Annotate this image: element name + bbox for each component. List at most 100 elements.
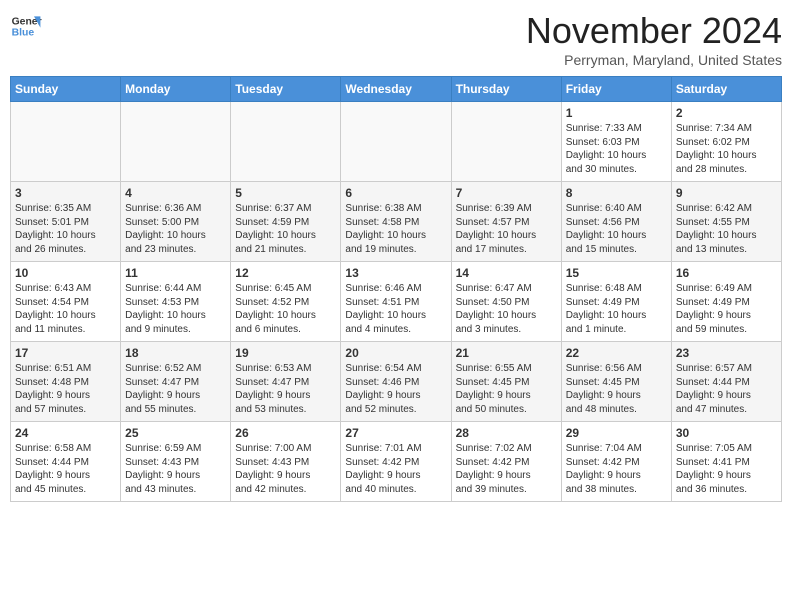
- calendar-cell: 22Sunrise: 6:56 AM Sunset: 4:45 PM Dayli…: [561, 342, 671, 422]
- calendar-cell: [451, 102, 561, 182]
- day-number: 25: [125, 426, 226, 440]
- day-number: 17: [15, 346, 116, 360]
- day-number: 11: [125, 266, 226, 280]
- calendar-cell: 3 Sunrise: 6:35 AM Sunset: 5:01 PM Daylig…: [11, 182, 121, 262]
- day-number: 22: [566, 346, 667, 360]
- calendar-cell: [11, 102, 121, 182]
- day-info: Sunrise: 6:38 AM Sunset: 4:58 PM Dayligh…: [345, 202, 446, 256]
- calendar-cell: 18 Sunrise: 6:52 AM Sunset: 4:47 PM Dayli…: [121, 342, 231, 422]
- calendar-cell: 10Sunrise: 6:43 AM Sunset: 4:54 PM Dayli…: [11, 262, 121, 342]
- day-info: Sunrise: 6:59 AM Sunset: 4:43 PM Dayligh…: [125, 442, 226, 496]
- col-header-monday: Monday: [121, 77, 231, 102]
- calendar-cell: 14Sunrise: 6:47 AM Sunset: 4:50 PM Dayli…: [451, 262, 561, 342]
- day-number: 30: [676, 426, 777, 440]
- calendar-cell: 16 Sunrise: 6:49 AM Sunset: 4:49 PM Dayli…: [671, 262, 781, 342]
- col-header-wednesday: Wednesday: [341, 77, 451, 102]
- calendar-cell: 23 Sunrise: 6:57 AM Sunset: 4:44 PM Dayli…: [671, 342, 781, 422]
- day-info: Sunrise: 6:48 AM Sunset: 4:49 PM Dayligh…: [566, 282, 667, 336]
- day-info: Sunrise: 7:33 AM Sunset: 6:03 PM Dayligh…: [566, 122, 667, 176]
- day-number: 28: [456, 426, 557, 440]
- day-number: 3: [15, 186, 116, 200]
- day-info: Sunrise: 6:51 AM Sunset: 4:48 PM Dayligh…: [15, 362, 116, 416]
- col-header-tuesday: Tuesday: [231, 77, 341, 102]
- calendar-cell: 20 Sunrise: 6:54 AM Sunset: 4:46 PM Dayli…: [341, 342, 451, 422]
- day-info: Sunrise: 6:52 AM Sunset: 4:47 PM Dayligh…: [125, 362, 226, 416]
- day-number: 5: [235, 186, 336, 200]
- day-info: Sunrise: 6:46 AM Sunset: 4:51 PM Dayligh…: [345, 282, 446, 336]
- day-number: 18: [125, 346, 226, 360]
- day-info: Sunrise: 6:58 AM Sunset: 4:44 PM Dayligh…: [15, 442, 116, 496]
- calendar-cell: [121, 102, 231, 182]
- calendar-cell: 28Sunrise: 7:02 AM Sunset: 4:42 PM Dayli…: [451, 422, 561, 502]
- day-info: Sunrise: 6:42 AM Sunset: 4:55 PM Dayligh…: [676, 202, 777, 256]
- day-number: 21: [456, 346, 557, 360]
- day-info: Sunrise: 6:53 AM Sunset: 4:47 PM Dayligh…: [235, 362, 336, 416]
- calendar-cell: 27 Sunrise: 7:01 AM Sunset: 4:42 PM Dayli…: [341, 422, 451, 502]
- calendar-cell: [341, 102, 451, 182]
- calendar-cell: 4 Sunrise: 6:36 AM Sunset: 5:00 PM Daylig…: [121, 182, 231, 262]
- day-number: 6: [345, 186, 446, 200]
- logo-icon: General Blue: [10, 10, 42, 42]
- day-info: Sunrise: 7:00 AM Sunset: 4:43 PM Dayligh…: [235, 442, 336, 496]
- calendar-cell: 11 Sunrise: 6:44 AM Sunset: 4:53 PM Dayli…: [121, 262, 231, 342]
- day-number: 23: [676, 346, 777, 360]
- calendar-cell: 13 Sunrise: 6:46 AM Sunset: 4:51 PM Dayli…: [341, 262, 451, 342]
- calendar-cell: 12 Sunrise: 6:45 AM Sunset: 4:52 PM Dayli…: [231, 262, 341, 342]
- calendar-cell: 6 Sunrise: 6:38 AM Sunset: 4:58 PM Daylig…: [341, 182, 451, 262]
- day-number: 9: [676, 186, 777, 200]
- calendar-cell: 25 Sunrise: 6:59 AM Sunset: 4:43 PM Dayli…: [121, 422, 231, 502]
- calendar-cell: 1 Sunrise: 7:33 AM Sunset: 6:03 PM Daylig…: [561, 102, 671, 182]
- calendar-cell: 24 Sunrise: 6:58 AM Sunset: 4:44 PM Dayli…: [11, 422, 121, 502]
- day-number: 10: [15, 266, 116, 280]
- col-header-saturday: Saturday: [671, 77, 781, 102]
- calendar-cell: 5 Sunrise: 6:37 AM Sunset: 4:59 PM Daylig…: [231, 182, 341, 262]
- logo: General Blue: [10, 10, 42, 42]
- day-number: 29: [566, 426, 667, 440]
- calendar-cell: [231, 102, 341, 182]
- day-info: Sunrise: 6:40 AM Sunset: 4:56 PM Dayligh…: [566, 202, 667, 256]
- day-info: Sunrise: 7:05 AM Sunset: 4:41 PM Dayligh…: [676, 442, 777, 496]
- day-info: Sunrise: 6:49 AM Sunset: 4:49 PM Dayligh…: [676, 282, 777, 336]
- day-info: Sunrise: 6:57 AM Sunset: 4:44 PM Dayligh…: [676, 362, 777, 416]
- day-number: 20: [345, 346, 446, 360]
- calendar-cell: 7Sunrise: 6:39 AM Sunset: 4:57 PM Daylig…: [451, 182, 561, 262]
- day-number: 24: [15, 426, 116, 440]
- day-info: Sunrise: 6:36 AM Sunset: 5:00 PM Dayligh…: [125, 202, 226, 256]
- calendar-cell: 15 Sunrise: 6:48 AM Sunset: 4:49 PM Dayli…: [561, 262, 671, 342]
- svg-text:Blue: Blue: [12, 28, 35, 39]
- day-info: Sunrise: 6:55 AM Sunset: 4:45 PM Dayligh…: [456, 362, 557, 416]
- day-number: 15: [566, 266, 667, 280]
- day-number: 7: [456, 186, 557, 200]
- calendar-cell: 9 Sunrise: 6:42 AM Sunset: 4:55 PM Daylig…: [671, 182, 781, 262]
- day-number: 13: [345, 266, 446, 280]
- col-header-thursday: Thursday: [451, 77, 561, 102]
- calendar-cell: 26 Sunrise: 7:00 AM Sunset: 4:43 PM Dayli…: [231, 422, 341, 502]
- day-info: Sunrise: 6:45 AM Sunset: 4:52 PM Dayligh…: [235, 282, 336, 336]
- day-number: 26: [235, 426, 336, 440]
- day-number: 8: [566, 186, 667, 200]
- title-block: November 2024 Perryman, Maryland, United…: [526, 10, 782, 68]
- calendar-cell: 30 Sunrise: 7:05 AM Sunset: 4:41 PM Dayli…: [671, 422, 781, 502]
- day-number: 14: [456, 266, 557, 280]
- day-info: Sunrise: 7:04 AM Sunset: 4:42 PM Dayligh…: [566, 442, 667, 496]
- day-info: Sunrise: 6:37 AM Sunset: 4:59 PM Dayligh…: [235, 202, 336, 256]
- calendar-cell: 17 Sunrise: 6:51 AM Sunset: 4:48 PM Dayli…: [11, 342, 121, 422]
- day-number: 19: [235, 346, 336, 360]
- day-info: Sunrise: 7:34 AM Sunset: 6:02 PM Dayligh…: [676, 122, 777, 176]
- calendar-cell: 8 Sunrise: 6:40 AM Sunset: 4:56 PM Daylig…: [561, 182, 671, 262]
- col-header-sunday: Sunday: [11, 77, 121, 102]
- calendar-cell: 19 Sunrise: 6:53 AM Sunset: 4:47 PM Dayli…: [231, 342, 341, 422]
- day-info: Sunrise: 7:01 AM Sunset: 4:42 PM Dayligh…: [345, 442, 446, 496]
- month-title: November 2024: [526, 10, 782, 52]
- day-number: 4: [125, 186, 226, 200]
- col-header-friday: Friday: [561, 77, 671, 102]
- day-info: Sunrise: 6:35 AM Sunset: 5:01 PM Dayligh…: [15, 202, 116, 256]
- day-info: Sunrise: 6:54 AM Sunset: 4:46 PM Dayligh…: [345, 362, 446, 416]
- calendar-cell: 29 Sunrise: 7:04 AM Sunset: 4:42 PM Dayli…: [561, 422, 671, 502]
- page-header: General Blue November 2024 Perryman, Mar…: [10, 10, 782, 68]
- day-number: 12: [235, 266, 336, 280]
- day-number: 16: [676, 266, 777, 280]
- day-number: 27: [345, 426, 446, 440]
- day-number: 1: [566, 106, 667, 120]
- day-info: Sunrise: 6:44 AM Sunset: 4:53 PM Dayligh…: [125, 282, 226, 336]
